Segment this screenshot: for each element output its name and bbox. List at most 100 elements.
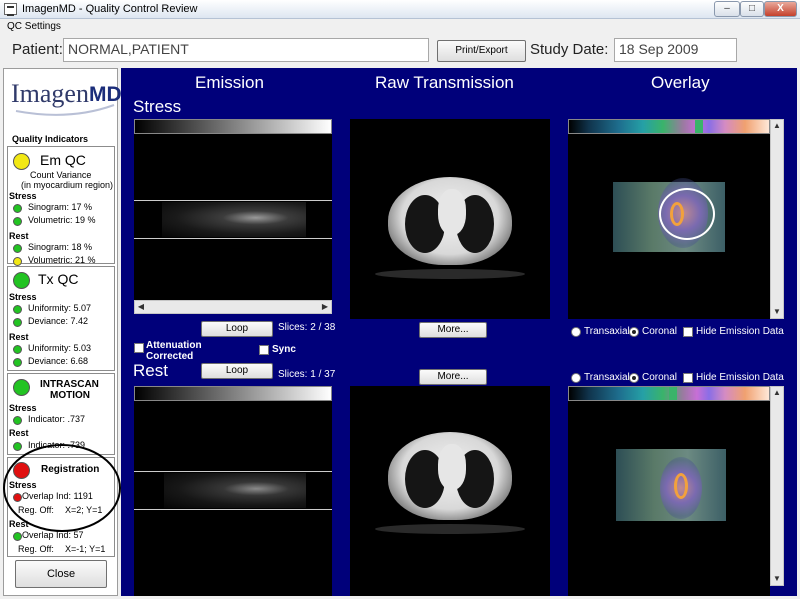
- stress-loop-button[interactable]: Loop: [201, 321, 273, 337]
- coronal-label: Coronal: [642, 326, 678, 337]
- study-date-field[interactable]: 18 Sep 2009: [614, 38, 737, 62]
- hide-emission-checkbox[interactable]: [683, 327, 693, 337]
- stress-overlay-image[interactable]: [568, 134, 770, 319]
- rest-coronal-radio[interactable]: [629, 373, 639, 383]
- patient-label: Patient:: [12, 41, 63, 58]
- title-bar: ImagenMD - Quality Control Review – □ X: [0, 0, 800, 19]
- rest-loop-button[interactable]: Loop: [201, 363, 273, 379]
- rest-hide-emission-label: Hide Emission Data: [696, 372, 784, 383]
- status-dot-icon: [13, 305, 22, 314]
- close-button[interactable]: Close: [15, 560, 107, 588]
- scroll-left-icon[interactable]: ◀: [135, 301, 147, 313]
- overlay-vertical-scrollbar[interactable]: ▲ ▼: [770, 119, 784, 319]
- logo-md-text: MD: [89, 83, 122, 106]
- motion-status-icon: [13, 379, 30, 396]
- overlay-column-title: Overlay: [651, 73, 710, 92]
- em-qc-stress-sinogram: Sinogram: 17 %: [28, 202, 93, 212]
- tx-qc-stress-uniformity: Uniformity: 5.07: [28, 303, 92, 313]
- app-icon: [4, 3, 17, 16]
- status-dot-icon: [13, 217, 22, 226]
- attenuation-corrected-label: Attenuation Corrected: [146, 340, 202, 362]
- stress-emission-scrollbar[interactable]: ◀ ▶: [134, 300, 332, 314]
- tx-qc-title: Tx QC: [38, 271, 79, 287]
- coronal-radio[interactable]: [629, 327, 639, 337]
- status-dot-icon: [13, 257, 22, 266]
- em-qc-rest-volumetric: Volumetric: 21 %: [28, 255, 96, 265]
- stress-transmission-image[interactable]: [350, 119, 550, 319]
- quality-indicators-heading: Quality Indicators: [12, 134, 89, 144]
- em-qc-rest-sinogram: Sinogram: 18 %: [28, 242, 93, 252]
- sync-checkbox[interactable]: [259, 345, 269, 355]
- maximize-button[interactable]: □: [740, 1, 764, 17]
- rest-transaxial-label: Transaxial: [584, 372, 630, 383]
- quality-indicators-panel: Imagen MD Quality Indicators Em QC Count…: [3, 68, 122, 596]
- imagenmd-logo: Imagen MD: [10, 75, 122, 119]
- tx-qc-rest-uniformity: Uniformity: 5.03: [28, 343, 92, 353]
- stress-emission-image[interactable]: [134, 134, 332, 300]
- sync-label: Sync: [272, 344, 296, 355]
- stress-more-button[interactable]: More...: [419, 322, 487, 338]
- hide-emission-label: Hide Emission Data: [696, 326, 784, 337]
- motion-title-2: MOTION: [50, 390, 90, 401]
- em-qc-status-icon: [13, 153, 30, 170]
- rest-overlay-vertical-scrollbar[interactable]: ▲ ▼: [770, 386, 784, 586]
- status-dot-icon: [13, 244, 22, 253]
- scroll-up-icon[interactable]: ▲: [771, 120, 783, 132]
- rest-overlay-colorbar[interactable]: [568, 386, 770, 401]
- close-window-button[interactable]: X: [764, 1, 797, 17]
- tx-qc-box: Tx QC Stress Uniformity: 5.07 Deviance: …: [7, 266, 115, 371]
- motion-title: INTRASCAN: [40, 379, 99, 390]
- overlay-colorbar[interactable]: [568, 119, 770, 134]
- em-qc-stress-label: Stress: [9, 191, 37, 201]
- rest-emission-grayscale-bar[interactable]: [134, 386, 332, 401]
- rest-slices-label: Slices: 1 / 37: [278, 369, 336, 380]
- status-dot-icon: [13, 358, 22, 367]
- menu-qc-settings[interactable]: QC Settings: [7, 21, 61, 32]
- scroll-down-icon[interactable]: ▼: [771, 306, 783, 318]
- motion-rest-label: Rest: [9, 428, 29, 438]
- rest-emission-image[interactable]: [134, 401, 332, 596]
- rest-hide-emission-checkbox[interactable]: [683, 373, 693, 383]
- rest-row-title: Rest: [133, 361, 168, 380]
- motion-stress-indicator: Indicator: .737: [28, 414, 86, 424]
- emission-grayscale-bar[interactable]: [134, 119, 332, 134]
- highlight-ellipse-annotation: [3, 444, 121, 532]
- stress-slices-label: Slices: 2 / 38: [278, 322, 336, 333]
- transaxial-radio[interactable]: [571, 327, 581, 337]
- patient-field[interactable]: NORMAL,PATIENT: [63, 38, 429, 62]
- transaxial-label: Transaxial: [584, 326, 630, 337]
- scroll-down-icon[interactable]: ▼: [771, 573, 783, 585]
- em-qc-stress-volumetric: Volumetric: 19 %: [28, 215, 96, 225]
- status-dot-icon: [13, 345, 22, 354]
- print-export-button[interactable]: Print/Export: [437, 40, 526, 62]
- logo-imagen-text: Imagen: [11, 79, 89, 108]
- status-dot-icon: [13, 204, 22, 213]
- rest-transaxial-radio[interactable]: [571, 373, 581, 383]
- rest-more-button[interactable]: More...: [419, 369, 487, 385]
- status-dot-icon: [13, 318, 22, 327]
- rest-overlay-image[interactable]: [568, 401, 770, 596]
- stress-row-title: Stress: [133, 97, 182, 116]
- tx-qc-stress-deviance: Deviance: 7.42: [28, 316, 89, 326]
- em-qc-box: Em QC Count Variance (in myocardium regi…: [7, 146, 115, 266]
- menu-bar: QC Settings: [0, 19, 800, 36]
- scroll-up-icon[interactable]: ▲: [771, 387, 783, 399]
- rest-coronal-label: Coronal: [642, 372, 678, 383]
- registration-rest-regoff-value: X=-1; Y=1: [65, 544, 106, 554]
- window-title: ImagenMD - Quality Control Review: [22, 3, 198, 15]
- tx-qc-rest-deviance: Deviance: 6.68: [28, 356, 89, 366]
- status-dot-icon: [13, 416, 22, 425]
- emission-column-title: Emission: [195, 73, 264, 92]
- em-qc-subtitle: Count Variance: [30, 170, 92, 180]
- image-review-panel: Emission Raw Transmission Overlay Stress…: [121, 68, 797, 596]
- study-date-label: Study Date:: [530, 41, 609, 58]
- tx-qc-status-icon: [13, 272, 30, 289]
- rest-transmission-image[interactable]: [350, 386, 550, 596]
- attenuation-corrected-checkbox[interactable]: [134, 343, 144, 353]
- transmission-column-title: Raw Transmission: [375, 73, 514, 92]
- motion-stress-label: Stress: [9, 403, 37, 413]
- registration-rest-regoff-label: Reg. Off:: [18, 544, 54, 554]
- em-qc-title: Em QC: [40, 152, 86, 168]
- minimize-button[interactable]: –: [714, 1, 740, 17]
- scroll-right-icon[interactable]: ▶: [319, 301, 331, 313]
